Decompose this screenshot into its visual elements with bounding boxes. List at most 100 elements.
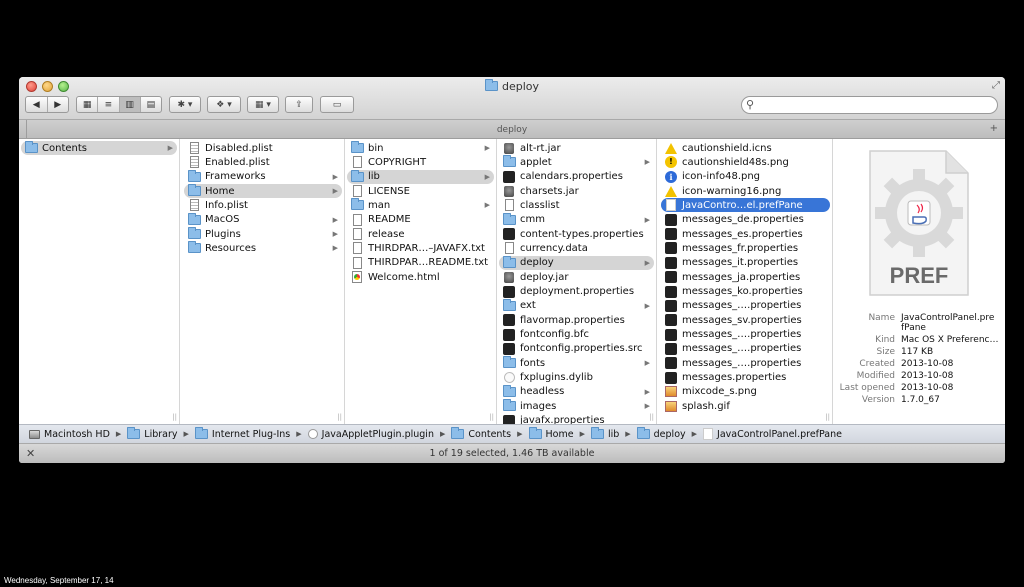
column-4-item[interactable]: fontconfig.bfc xyxy=(499,328,654,342)
dropbox-button[interactable]: ❖ ▾ xyxy=(207,96,241,113)
column-4-item[interactable]: deploy.jar xyxy=(499,270,654,284)
column-5-item[interactable]: messages_ja.properties xyxy=(661,270,830,284)
column-3-item[interactable]: README xyxy=(347,213,494,227)
item-icon-wrapper xyxy=(502,228,516,241)
tools-icon[interactable]: ✕ xyxy=(26,447,35,460)
column-3-item[interactable]: LICENSE xyxy=(347,184,494,198)
column-resize-handle[interactable]: || xyxy=(337,413,342,421)
column-5-item[interactable]: mixcode_s.png xyxy=(661,385,830,399)
folder-icon xyxy=(194,427,208,439)
path-crumb[interactable]: JavaControlPanel.prefPane xyxy=(703,428,842,440)
column-3-item[interactable]: Welcome.html xyxy=(347,270,494,284)
column-5-item[interactable]: messages_….properties xyxy=(661,299,830,313)
column-5-item[interactable]: icon-warning16.png xyxy=(661,184,830,198)
folder-icon xyxy=(528,427,542,439)
folder-icon xyxy=(502,399,516,412)
column-4-item[interactable]: headless ▶ xyxy=(499,384,654,399)
column-5-item[interactable]: messages.properties xyxy=(661,371,830,385)
column-5-item[interactable]: messages_….properties xyxy=(661,356,830,370)
back-button[interactable]: ◀ xyxy=(26,97,48,112)
column-2-item[interactable]: Plugins ▶ xyxy=(184,227,342,241)
item-label: fxplugins.dylib xyxy=(520,372,593,384)
path-crumb[interactable]: deploy xyxy=(636,427,686,440)
icon-view-button[interactable]: ▦ xyxy=(77,97,99,112)
search-field[interactable]: ⚲ xyxy=(741,96,998,114)
item-icon-wrapper xyxy=(664,185,678,197)
column-3-item[interactable]: THIRDPAR…README.txt xyxy=(347,256,494,270)
column-5-item[interactable]: i icon-info48.png xyxy=(661,170,830,184)
path-crumb[interactable]: JavaAppletPlugin.plugin xyxy=(307,429,434,440)
column-5-item[interactable]: messages_de.properties xyxy=(661,213,830,227)
folder-icon xyxy=(502,212,516,225)
column-3-item[interactable]: bin ▶ xyxy=(347,141,494,155)
column-5-item[interactable]: cautionshield.icns xyxy=(661,141,830,155)
column-2-item[interactable]: Disabled.plist xyxy=(184,141,342,155)
column-2-item[interactable]: MacOS ▶ xyxy=(184,212,342,227)
column-4-item[interactable]: flavormap.properties xyxy=(499,313,654,327)
coverflow-view-button[interactable]: ▤ xyxy=(141,97,161,112)
column-2-item[interactable]: Resources ▶ xyxy=(184,241,342,255)
column-5-item[interactable]: messages_….properties xyxy=(661,328,830,342)
item-icon-wrapper xyxy=(502,384,516,398)
tab-deploy[interactable]: deploy xyxy=(19,125,1005,135)
fullscreen-icon[interactable]: ⤢ xyxy=(992,80,1000,91)
column-3-item[interactable]: lib ▶ xyxy=(347,169,494,184)
column-1-item[interactable]: Contents ▶ xyxy=(21,141,177,155)
column-4-item[interactable]: deployment.properties xyxy=(499,285,654,299)
column-resize-handle[interactable]: || xyxy=(825,413,830,421)
column-5-item[interactable]: ! cautionshield48s.png xyxy=(661,155,830,169)
column-4-item[interactable]: deploy ▶ xyxy=(499,255,654,270)
toggle-tags-button[interactable]: ▭ xyxy=(320,96,354,113)
column-4-item[interactable]: currency.data xyxy=(499,241,654,255)
share-button[interactable]: ⇪ xyxy=(285,96,313,113)
path-crumb[interactable]: Internet Plug-Ins xyxy=(194,427,290,440)
action-button[interactable]: ✱ ▾ xyxy=(169,96,201,113)
column-5-item[interactable]: messages_….properties xyxy=(661,342,830,356)
crumb-label: deploy xyxy=(653,428,686,440)
column-view-button[interactable]: ▥ xyxy=(119,97,141,112)
column-3-item[interactable]: release xyxy=(347,227,494,241)
forward-button[interactable]: ▶ xyxy=(48,97,69,112)
path-crumb[interactable]: Contents xyxy=(451,427,511,440)
column-2-item[interactable]: Info.plist xyxy=(184,198,342,212)
path-crumb[interactable]: Home xyxy=(528,427,574,440)
column-5-item[interactable]: messages_it.properties xyxy=(661,256,830,270)
column-4-item[interactable]: alt-rt.jar xyxy=(499,141,654,155)
column-5-item[interactable]: JavaContro…el.prefPane xyxy=(661,198,830,213)
column-4-item[interactable]: images ▶ xyxy=(499,399,654,413)
column-5-item[interactable]: messages_ko.properties xyxy=(661,285,830,299)
column-resize-handle[interactable]: || xyxy=(489,413,494,421)
column-2-item[interactable]: Enabled.plist xyxy=(184,155,342,169)
column-3-item[interactable]: man ▶ xyxy=(347,198,494,212)
column-5-item[interactable]: messages_sv.properties xyxy=(661,313,830,327)
column-5-item[interactable]: messages_fr.properties xyxy=(661,241,830,255)
column-3-item[interactable]: COPYRIGHT xyxy=(347,155,494,169)
path-crumb[interactable]: Library xyxy=(127,427,178,440)
column-2-item[interactable]: Home ▶ xyxy=(184,184,342,199)
column-4-item[interactable]: classlist xyxy=(499,198,654,212)
column-4-item[interactable]: applet ▶ xyxy=(499,155,654,169)
column-4-item[interactable]: calendars.properties xyxy=(499,170,654,184)
column-4-item[interactable]: fonts ▶ xyxy=(499,356,654,370)
column-4-item[interactable]: fontconfig.properties.src xyxy=(499,342,654,356)
list-view-button[interactable]: ≡ xyxy=(98,97,120,112)
column-4-item[interactable]: content-types.properties xyxy=(499,227,654,241)
column-3-item[interactable]: THIRDPAR…–JAVAFX.txt xyxy=(347,241,494,255)
path-crumb[interactable]: Macintosh HD xyxy=(29,429,110,440)
item-icon-wrapper xyxy=(350,256,364,269)
column-4-item[interactable]: fxplugins.dylib xyxy=(499,371,654,385)
column-resize-handle[interactable]: || xyxy=(172,413,177,421)
column-5-item[interactable]: messages_es.properties xyxy=(661,227,830,241)
item-label: Enabled.plist xyxy=(205,156,270,168)
column-4-item[interactable]: cmm ▶ xyxy=(499,212,654,227)
path-crumb[interactable]: lib xyxy=(590,427,619,440)
item-label: fontconfig.properties.src xyxy=(520,343,643,355)
column-4-item[interactable]: charsets.jar xyxy=(499,184,654,198)
slide-caption: Wednesday, September 17, 14 xyxy=(4,576,114,585)
column-4-item[interactable]: ext ▶ xyxy=(499,298,654,313)
column-resize-handle[interactable]: || xyxy=(649,413,654,421)
arrange-button[interactable]: ▦ ▾ xyxy=(247,96,279,113)
column-2-item[interactable]: Frameworks ▶ xyxy=(184,169,342,184)
new-tab-icon[interactable]: + xyxy=(990,123,998,134)
column-5-item[interactable]: splash.gif xyxy=(661,399,830,413)
